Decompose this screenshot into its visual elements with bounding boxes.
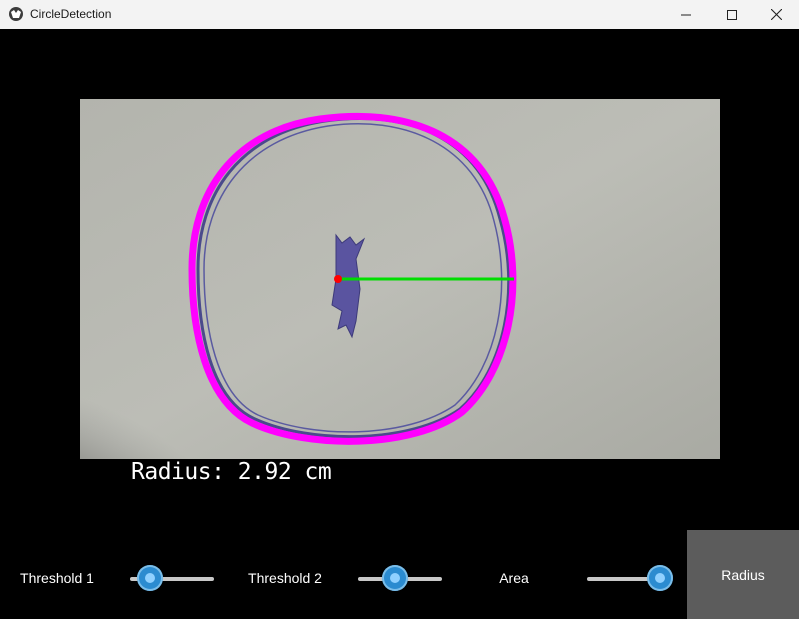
threshold2-slider[interactable]: [358, 565, 442, 593]
slider-knob[interactable]: [137, 565, 163, 591]
camera-feed: [80, 99, 720, 459]
close-button[interactable]: [753, 0, 799, 29]
threshold1-label: Threshold 1: [20, 570, 94, 586]
threshold1-slider[interactable]: [130, 565, 214, 593]
minimize-icon: [681, 14, 691, 15]
radius-readout: Radius: 2.92 cm: [131, 459, 332, 485]
area-slider[interactable]: [587, 565, 673, 593]
maximize-icon: [727, 9, 737, 20]
title-bar: CircleDetection: [0, 0, 799, 29]
maximize-button[interactable]: [709, 0, 755, 29]
radius-button[interactable]: Radius: [687, 530, 799, 619]
slider-knob[interactable]: [647, 565, 673, 591]
app-icon: [9, 7, 23, 21]
center-point: [334, 275, 342, 283]
slider-knob[interactable]: [382, 565, 408, 591]
close-icon: [770, 9, 782, 20]
window-title: CircleDetection: [30, 7, 112, 21]
area-label: Area: [499, 570, 529, 586]
minimize-button[interactable]: [663, 0, 709, 29]
threshold2-label: Threshold 2: [248, 570, 322, 586]
